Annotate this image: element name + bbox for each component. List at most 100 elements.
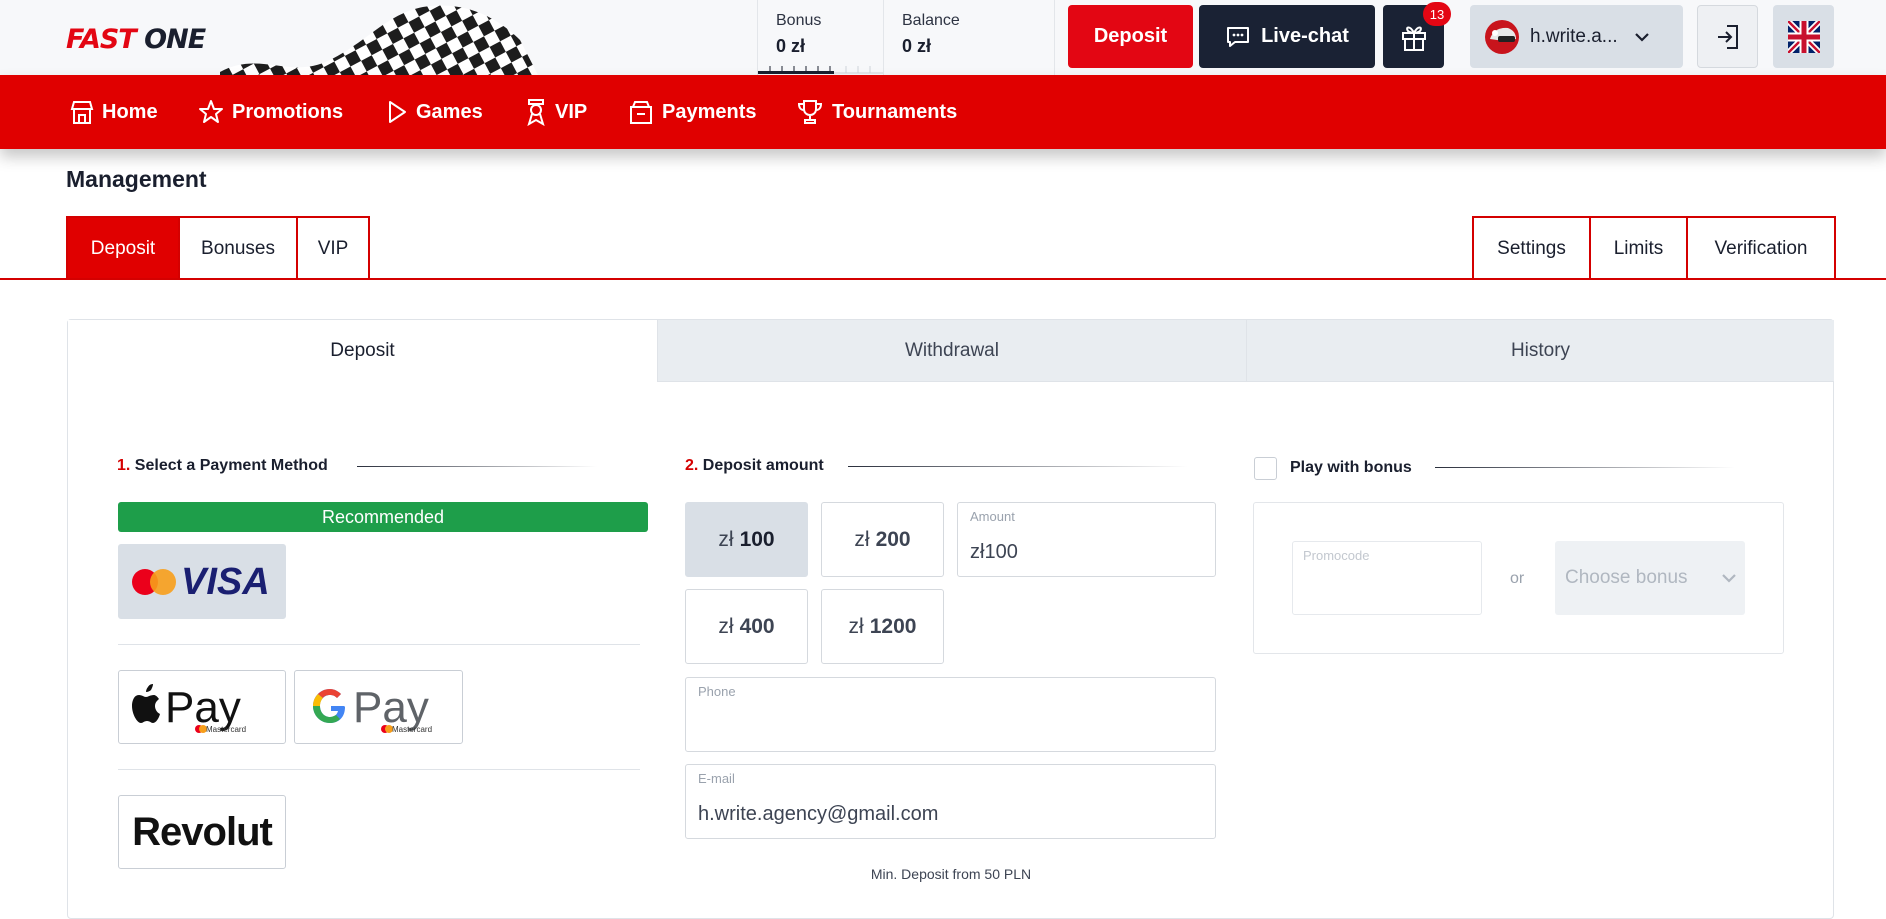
logout-button[interactable]	[1697, 5, 1758, 68]
nav-tournaments[interactable]: Tournaments	[796, 75, 957, 149]
apple-pay-logo: Pay Mastercard	[132, 683, 246, 734]
mastercard-small-label-2: Mastercard	[392, 725, 432, 734]
user-menu-button[interactable]: h.write.a...	[1470, 5, 1683, 68]
balance-label: Balance	[902, 12, 960, 29]
step1-rule	[357, 466, 597, 467]
amount-field[interactable]: Amount zł100	[957, 502, 1216, 577]
management-right-tabs: Settings Limits Verification	[1472, 216, 1836, 279]
email-field[interactable]: E-mail h.write.agency@gmail.com	[685, 764, 1216, 839]
email-value[interactable]: h.write.agency@gmail.com	[698, 803, 938, 826]
tab-bonuses[interactable]: Bonuses	[180, 218, 298, 279]
currency-symbol: zł	[718, 527, 734, 551]
tab-vip[interactable]: VIP	[298, 218, 368, 279]
main-nav: Home Promotions Games VIP Payments Tourn…	[0, 75, 1886, 149]
chevron-down-icon	[1634, 32, 1649, 42]
amount-value[interactable]: zł100	[970, 541, 1018, 564]
nav-games-label: Games	[416, 100, 483, 123]
amount-preset-200[interactable]: zł 200	[821, 502, 944, 577]
nav-games[interactable]: Games	[386, 75, 483, 149]
bonus-rule	[1435, 467, 1735, 468]
amount-preset-1200[interactable]: zł 1200	[821, 589, 944, 664]
management-left-tabs: Deposit Bonuses VIP	[66, 216, 370, 279]
visa-text: VISA	[181, 561, 270, 603]
email-label: E-mail	[698, 771, 735, 786]
nav-promotions-label: Promotions	[232, 100, 344, 123]
chat-icon	[1227, 26, 1250, 47]
amount-preset-100[interactable]: zł 100	[685, 502, 808, 577]
nav-tournaments-label: Tournaments	[832, 100, 958, 123]
panel-tab-history[interactable]: History	[1246, 320, 1834, 382]
bonus-value: 0 zł	[776, 36, 806, 56]
method-card-visa[interactable]: VISA	[118, 544, 286, 619]
top-bar: FAST ONE Bonus 0 zł Balance 0 zł Deposit…	[0, 0, 1886, 75]
phone-field[interactable]: Phone	[685, 677, 1216, 752]
nav-payments[interactable]: Payments	[628, 75, 757, 149]
step1-number: 1.	[117, 457, 131, 474]
panel-tab-withdrawal[interactable]: Withdrawal	[657, 320, 1246, 382]
livechat-button[interactable]: Live-chat	[1199, 5, 1375, 68]
nav-vip[interactable]: VIP	[525, 75, 587, 149]
method-revolut[interactable]: Revolut	[118, 795, 286, 869]
method-google-pay[interactable]: Pay Mastercard	[294, 670, 463, 744]
recommended-badge: Recommended	[118, 502, 648, 532]
choose-bonus-select[interactable]: Choose bonus	[1555, 541, 1745, 615]
step1-heading: 1. Select a Payment Method	[117, 457, 328, 475]
chevron-down-icon	[1722, 574, 1736, 583]
logout-icon	[1717, 24, 1738, 49]
bonus-progress-ticks	[758, 66, 884, 74]
tab-settings[interactable]: Settings	[1474, 218, 1591, 279]
preset-value: 1200	[869, 614, 917, 638]
play-with-bonus-checkbox[interactable]	[1254, 457, 1277, 480]
bonus-wallet: Bonus 0 zł	[757, 0, 884, 75]
tab-deposit[interactable]: Deposit	[68, 218, 180, 279]
language-button[interactable]	[1773, 5, 1834, 68]
wallet-icon	[630, 101, 652, 124]
nav-home[interactable]: Home	[70, 75, 158, 149]
header-deposit-button[interactable]: Deposit	[1068, 5, 1193, 68]
or-separator: or	[1510, 570, 1525, 587]
home-icon	[70, 101, 94, 124]
method-apple-pay[interactable]: Pay Mastercard	[118, 670, 286, 744]
choose-bonus-label: Choose bonus	[1565, 567, 1688, 588]
vip-ribbon-icon	[527, 99, 545, 126]
phone-label: Phone	[698, 684, 736, 699]
balance-wallet: Balance 0 zł	[883, 0, 1055, 75]
play-icon	[389, 101, 406, 123]
bonus-heading: Play with bonus	[1290, 459, 1412, 476]
mastercard-small-label: Mastercard	[206, 725, 246, 734]
logo-fast: FAST	[66, 24, 137, 55]
logo[interactable]: FAST ONE	[66, 24, 206, 55]
method-divider-2	[118, 769, 640, 770]
page-title: Management	[66, 166, 207, 192]
min-deposit-note: Min. Deposit from 50 PLN	[870, 866, 1032, 882]
google-pay-logo: Pay Mastercard	[312, 683, 432, 734]
livechat-label: Live-chat	[1261, 25, 1349, 47]
tab-limits[interactable]: Limits	[1591, 218, 1688, 279]
step1-title: Select a Payment Method	[134, 457, 328, 474]
checkered-flag-decoration	[220, 0, 640, 75]
currency-symbol: zł	[718, 614, 734, 638]
amount-label: Amount	[970, 509, 1015, 524]
nav-promotions[interactable]: Promotions	[198, 75, 343, 149]
bonus-label: Bonus	[776, 12, 822, 29]
logo-one: ONE	[144, 24, 206, 55]
step2-number: 2.	[685, 457, 699, 474]
balance-value: 0 zł	[902, 36, 932, 56]
revolut-logo: Revolut	[132, 809, 273, 854]
preset-value: 200	[875, 527, 911, 551]
promocode-field[interactable]: Promocode	[1292, 541, 1482, 615]
panel-tab-deposit[interactable]: Deposit	[68, 320, 657, 382]
gift-count-badge: 13	[1423, 2, 1451, 26]
amount-preset-400[interactable]: zł 400	[685, 589, 808, 664]
mastercard-visa-logo: VISA	[132, 561, 270, 603]
preset-value: 400	[739, 614, 775, 638]
uk-flag-icon	[1787, 20, 1820, 53]
currency-symbol: zł	[854, 527, 870, 551]
nav-vip-label: VIP	[555, 100, 588, 123]
step2-title: Deposit amount	[702, 457, 824, 474]
username: h.write.a...	[1530, 25, 1618, 47]
nav-payments-label: Payments	[662, 100, 757, 123]
trophy-icon	[797, 100, 823, 124]
tab-verification[interactable]: Verification	[1688, 218, 1834, 279]
method-divider-1	[118, 644, 640, 645]
